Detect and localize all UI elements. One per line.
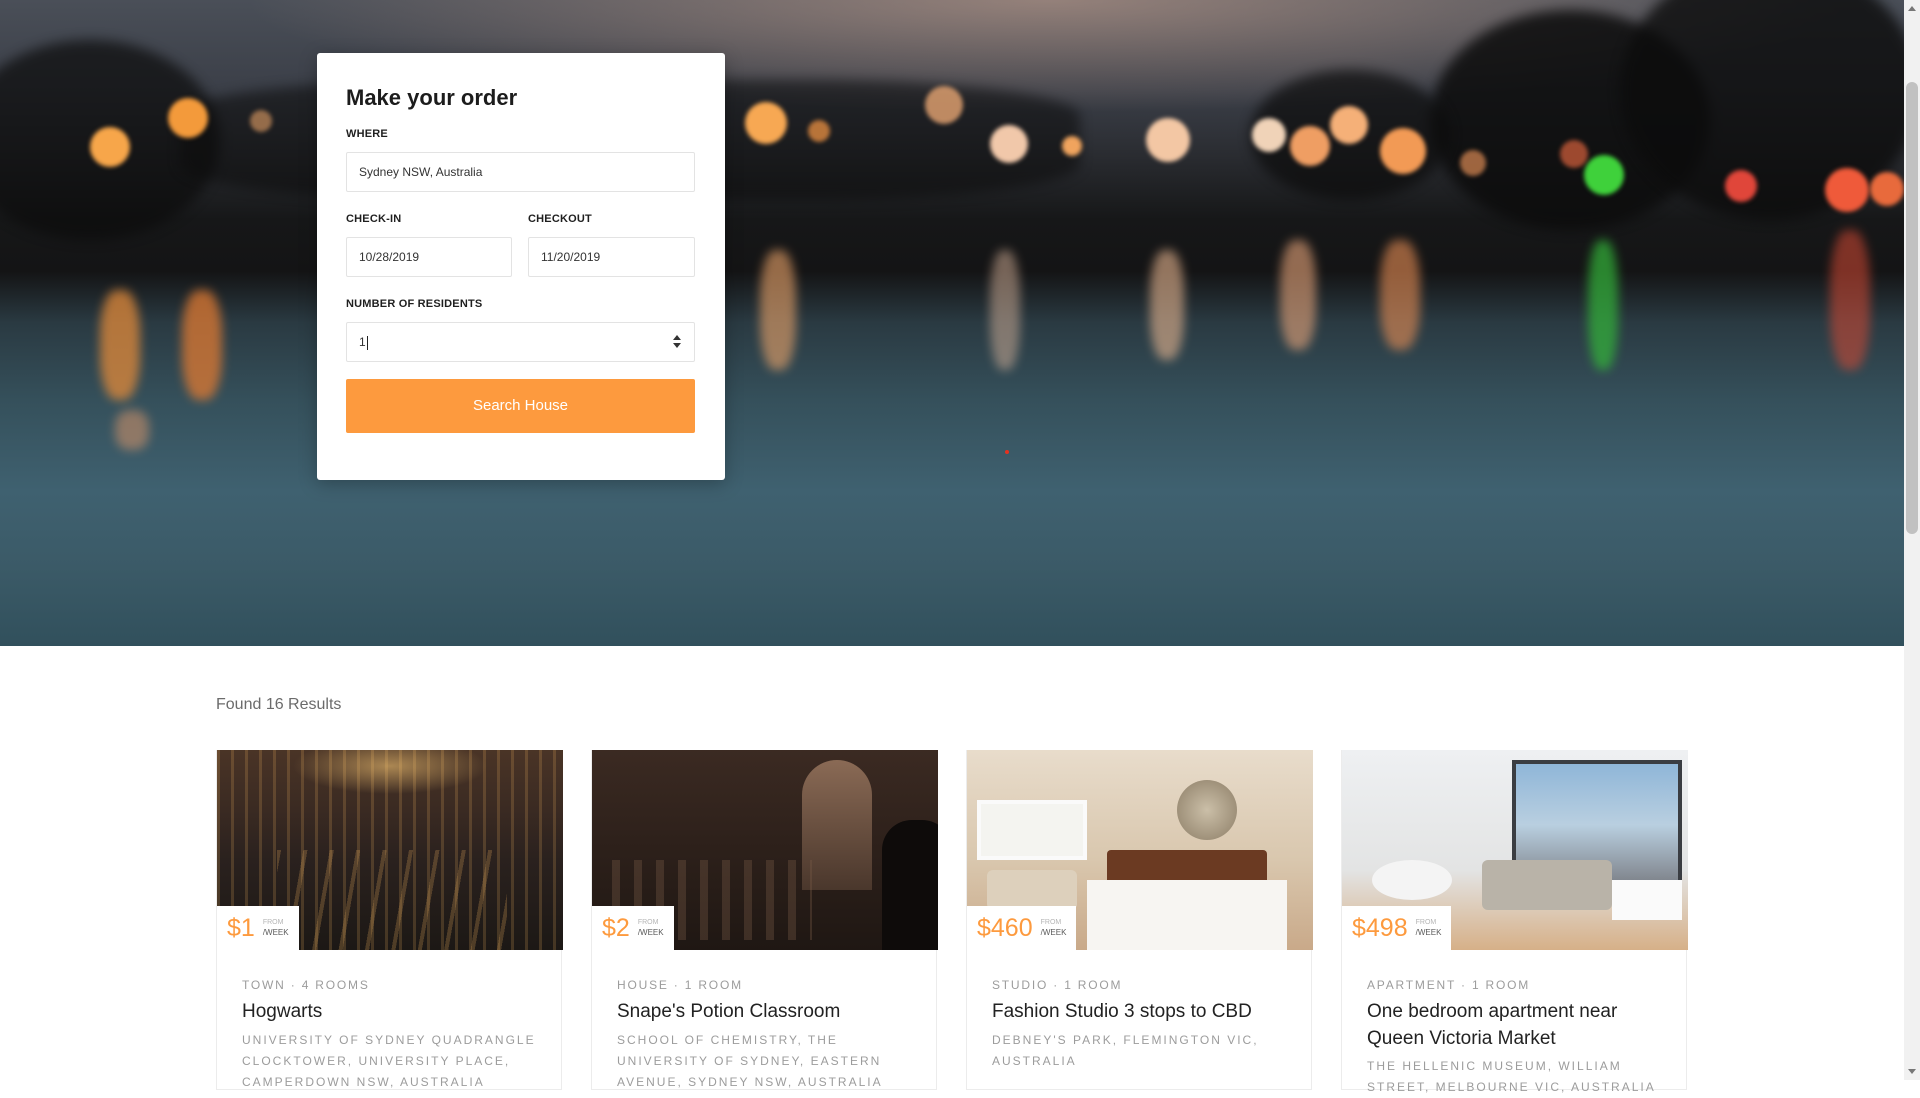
price-value: $2	[602, 913, 630, 942]
price-per-label: /WEEK	[1415, 928, 1442, 937]
listing-address: DEBNEY'S PARK, FLEMINGTON VIC, AUSTRALIA	[992, 1033, 1259, 1068]
stray-dot	[1005, 450, 1009, 454]
price-period: FROM /WEEK	[1416, 918, 1442, 938]
residents-label: NUMBER OF RESIDENTS	[346, 298, 483, 310]
price-tag: $498 FROM /WEEK	[1342, 906, 1452, 950]
price-period: FROM /WEEK	[638, 918, 664, 938]
listing-address: THE HELLENIC MUSEUM, WILLIAM STREET, MEL…	[1367, 1059, 1656, 1094]
listing-meta: HOUSE · 1 ROOM	[617, 978, 743, 992]
price-per-label: /WEEK	[1040, 928, 1067, 937]
scroll-down-icon[interactable]	[1908, 1069, 1916, 1074]
price-from-label: FROM	[262, 919, 284, 926]
listing-card[interactable]: $2 FROM /WEEK HOUSE · 1 ROOM Snape's Pot…	[591, 750, 938, 1090]
checkin-label: CHECK-IN	[346, 213, 402, 225]
where-input-value: Sydney NSW, Australia	[359, 165, 483, 179]
listing-address: UNIVERSITY OF SYDNEY QUADRANGLE CLOCKTOW…	[242, 1033, 536, 1089]
listing-title[interactable]: Hogwarts	[242, 998, 542, 1025]
listing-title[interactable]: Fashion Studio 3 stops to CBD	[992, 998, 1292, 1025]
price-tag: $460 FROM /WEEK	[967, 906, 1077, 950]
listing-card[interactable]: $498 FROM /WEEK APARTMENT · 1 ROOM One b…	[1341, 750, 1688, 1094]
checkout-date-value: 11/20/2019	[541, 250, 601, 264]
number-stepper-icon[interactable]	[672, 335, 682, 351]
listing-meta: APARTMENT · 1 ROOM	[1367, 978, 1531, 992]
bed	[1087, 880, 1287, 950]
order-form-card: Make your order WHERE Sydney NSW, Austra…	[317, 53, 725, 480]
hall-tables	[277, 850, 507, 950]
listing-card[interactable]: $460 FROM /WEEK STUDIO · 1 ROOM Fashion …	[966, 750, 1313, 1090]
listing-title[interactable]: Snape's Potion Classroom	[617, 998, 917, 1025]
figure-silhouette	[882, 820, 938, 950]
sofa	[987, 870, 1077, 910]
wall-art	[1177, 780, 1237, 840]
price-value: $1	[227, 913, 255, 942]
residents-number-input[interactable]: 1	[346, 322, 695, 362]
listing-image[interactable]: $498 FROM /WEEK	[1342, 750, 1688, 950]
listing-address: SCHOOL OF CHEMISTRY, THE UNIVERSITY OF S…	[617, 1033, 883, 1089]
where-input[interactable]: Sydney NSW, Australia	[346, 152, 695, 192]
checkout-label: CHECKOUT	[528, 213, 592, 225]
results-count: Found 16 Results	[216, 696, 342, 713]
window	[977, 800, 1087, 860]
listing-image[interactable]: $460 FROM /WEEK	[967, 750, 1313, 950]
listing-image[interactable]: $1 FROM /WEEK	[217, 750, 563, 950]
hero-background	[0, 0, 1904, 646]
text-caret	[366, 335, 368, 350]
order-form-title: Make your order	[346, 85, 518, 110]
residents-value: 1	[359, 335, 366, 349]
price-from-label: FROM	[637, 919, 659, 926]
price-period: FROM /WEEK	[1041, 918, 1067, 938]
stepper-down-icon[interactable]	[673, 343, 681, 348]
price-tag: $2 FROM /WEEK	[592, 906, 674, 950]
scroll-up-icon[interactable]	[1908, 6, 1916, 11]
listing-meta: STUDIO · 1 ROOM	[992, 978, 1123, 992]
price-from-label: FROM	[1415, 919, 1437, 926]
listing-meta: TOWN · 4 ROOMS	[242, 978, 370, 992]
sofa	[1482, 860, 1612, 910]
listing-image[interactable]: $2 FROM /WEEK	[592, 750, 938, 950]
search-house-button[interactable]: Search House	[346, 379, 695, 433]
checkin-date-value: 10/28/2019	[359, 250, 420, 264]
price-per-label: /WEEK	[637, 928, 664, 937]
stepper-up-icon[interactable]	[673, 335, 681, 340]
scrollbar-thumb[interactable]	[1906, 82, 1918, 534]
checkout-date-input[interactable]: 11/20/2019	[528, 237, 695, 277]
price-tag: $1 FROM /WEEK	[217, 906, 299, 950]
price-per-label: /WEEK	[262, 928, 289, 937]
listing-title[interactable]: One bedroom apartment near Queen Victori…	[1367, 998, 1667, 1052]
arched-window	[802, 760, 872, 890]
dining-table	[1372, 860, 1452, 900]
price-value: $460	[977, 913, 1033, 942]
coffee-table	[1612, 880, 1682, 920]
price-value: $498	[1352, 913, 1408, 942]
where-label: WHERE	[346, 128, 388, 140]
listing-card[interactable]: $1 FROM /WEEK TOWN · 4 ROOMS Hogwarts UN…	[216, 750, 563, 1090]
checkin-date-input[interactable]: 10/28/2019	[346, 237, 512, 277]
price-period: FROM /WEEK	[263, 918, 289, 938]
price-from-label: FROM	[1040, 919, 1062, 926]
